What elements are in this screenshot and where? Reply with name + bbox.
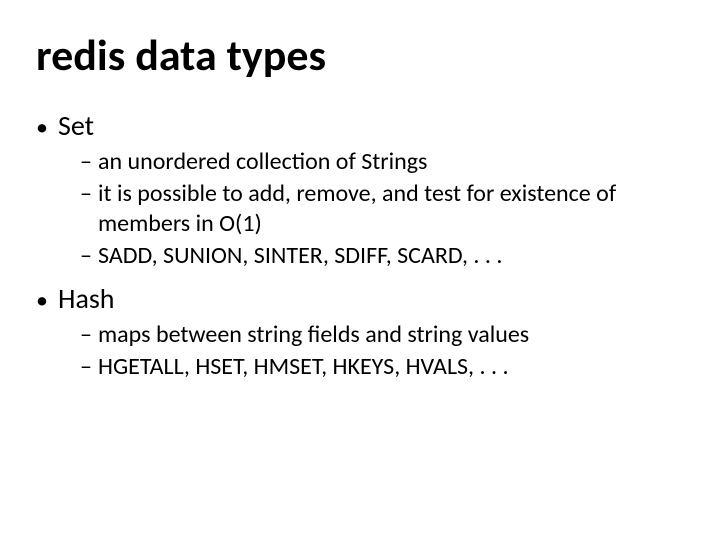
bullet-label: Set bbox=[58, 108, 94, 143]
bullet-list: • Set – an unordered collection of Strin… bbox=[36, 108, 684, 382]
sub-item: – HGETALL, HSET, HMSET, HKEYS, HVALS, . … bbox=[80, 352, 684, 382]
bullet-hash: • Hash – maps between string fields and … bbox=[36, 281, 684, 382]
slide-title: redis data types bbox=[36, 28, 684, 82]
bullet-row: • Set bbox=[36, 108, 684, 143]
bullet-dot-icon: • bbox=[36, 114, 58, 143]
sub-list-hash: – maps between string fields and string … bbox=[36, 320, 684, 382]
dash-icon: – bbox=[80, 320, 98, 350]
sub-text: an unordered collection of Strings bbox=[98, 147, 427, 177]
sub-text: it is possible to add, remove, and test … bbox=[98, 179, 684, 239]
bullet-set: • Set – an unordered collection of Strin… bbox=[36, 108, 684, 271]
bullet-dot-icon: • bbox=[36, 287, 58, 316]
sub-text: HGETALL, HSET, HMSET, HKEYS, HVALS, . . … bbox=[98, 352, 509, 382]
dash-icon: – bbox=[80, 241, 98, 271]
sub-item: – it is possible to add, remove, and tes… bbox=[80, 179, 684, 239]
bullet-row: • Hash bbox=[36, 281, 684, 316]
bullet-label: Hash bbox=[58, 281, 115, 316]
sub-text: maps between string fields and string va… bbox=[98, 320, 529, 350]
sub-list-set: – an unordered collection of Strings – i… bbox=[36, 147, 684, 271]
dash-icon: – bbox=[80, 352, 98, 382]
sub-item: – maps between string fields and string … bbox=[80, 320, 684, 350]
dash-icon: – bbox=[80, 147, 98, 177]
dash-icon: – bbox=[80, 179, 98, 209]
sub-item: – SADD, SUNION, SINTER, SDIFF, SCARD, . … bbox=[80, 241, 684, 271]
sub-item: – an unordered collection of Strings bbox=[80, 147, 684, 177]
sub-text: SADD, SUNION, SINTER, SDIFF, SCARD, . . … bbox=[98, 241, 502, 271]
slide: redis data types • Set – an unordered co… bbox=[0, 0, 720, 382]
